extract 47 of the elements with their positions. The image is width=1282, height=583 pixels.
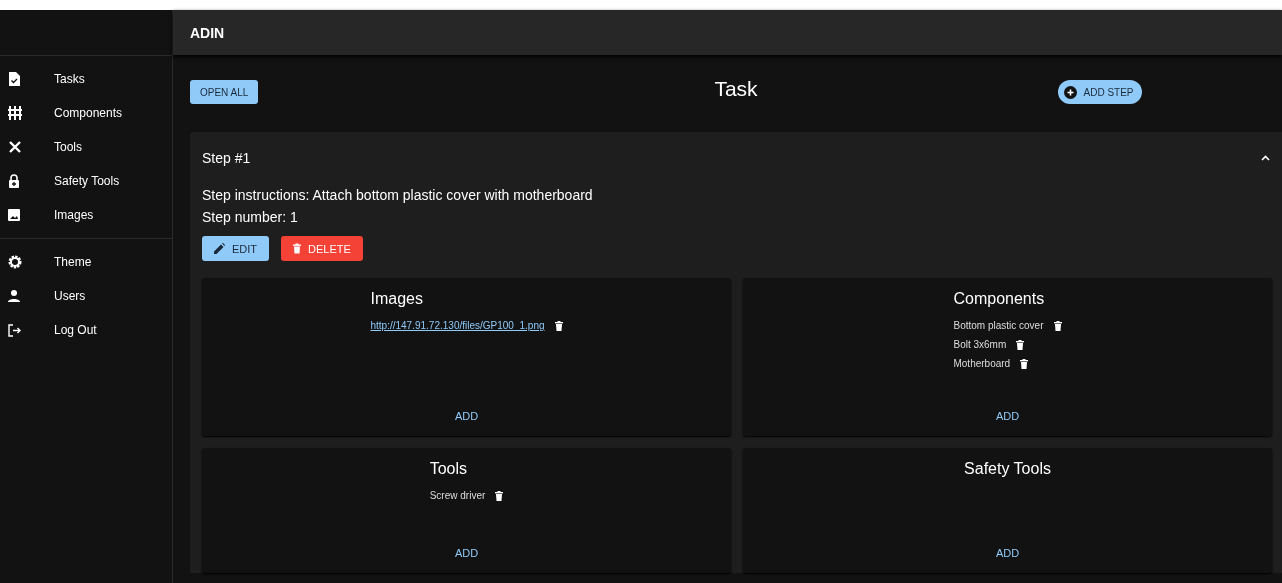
add-step-button[interactable]: ADD STEP (1058, 80, 1142, 104)
add-button[interactable]: ADD (987, 543, 1028, 563)
sidebar-item[interactable]: Users (0, 279, 172, 313)
sidebar-item[interactable]: Safety Tools (0, 164, 172, 198)
add-button[interactable]: ADD (987, 406, 1028, 426)
step-title: Step #1 (202, 150, 251, 166)
image-icon (8, 209, 20, 221)
sidebar-item[interactable]: Components (0, 96, 172, 130)
settings-icon (8, 255, 22, 269)
card-title: Safety Tools (964, 460, 1051, 478)
trash-icon[interactable] (1016, 339, 1025, 350)
trash-icon (293, 243, 302, 254)
plus-icon (1064, 85, 1078, 99)
trash-icon[interactable] (1053, 320, 1062, 331)
tools-icon (8, 140, 22, 154)
document-check-icon (8, 72, 20, 86)
sidebar-item[interactable]: Images (0, 198, 172, 232)
trash-icon[interactable] (1020, 358, 1029, 369)
step-instructions: Step instructions: Attach bottom plastic cover with motherboard (202, 186, 594, 205)
sidebar-item[interactable]: Tasks (0, 62, 172, 96)
card-title: Images (370, 290, 424, 308)
step-number: Step number: 1 (202, 208, 299, 227)
sliders-icon (8, 106, 22, 120)
logout-icon (8, 323, 21, 337)
chevron-icon[interactable] (1261, 155, 1270, 161)
item-label: Motherboard (953, 358, 1011, 369)
item-label: Screw driver (429, 490, 486, 501)
lock-icon (8, 174, 20, 188)
sidebar-item[interactable]: Tools (0, 130, 172, 164)
open-all-button[interactable]: OPEN ALL (190, 80, 259, 104)
trash-icon[interactable] (554, 320, 563, 331)
delete-button[interactable]: DELETE (281, 236, 363, 261)
page-title: Task (714, 77, 758, 101)
pencil-icon (214, 243, 225, 254)
card-title: Components (953, 290, 1046, 308)
add-button[interactable]: ADD (446, 406, 487, 426)
edit-button[interactable]: EDIT (202, 236, 270, 261)
item-label: Bolt 3x6mm (953, 339, 1007, 350)
person-icon (8, 290, 20, 302)
item-label: Bottom plastic cover (953, 320, 1044, 331)
sidebar-item[interactable]: Log Out (0, 313, 172, 347)
file-link[interactable]: http://147.91.72.130/files/GP100_1.png (370, 320, 545, 331)
add-button[interactable]: ADD (446, 543, 487, 563)
trash-icon[interactable] (495, 490, 504, 501)
sidebar-item[interactable]: Theme (0, 245, 172, 279)
card-title: Tools (429, 460, 469, 478)
app-title: ADIN (190, 24, 225, 41)
